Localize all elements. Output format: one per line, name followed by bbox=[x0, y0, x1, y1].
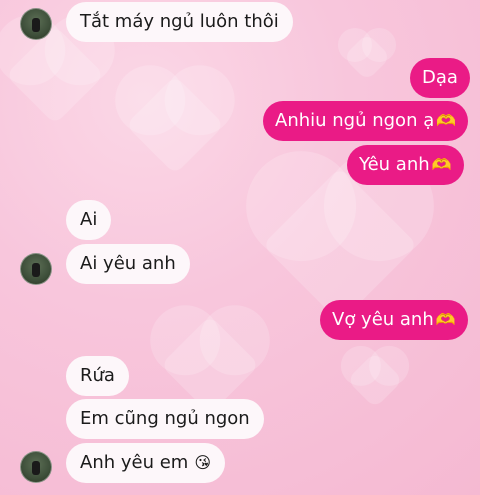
message-text: Vợ yêu anh bbox=[332, 309, 434, 330]
contact-avatar[interactable] bbox=[20, 8, 52, 40]
message-outgoing[interactable]: Anhiu ngủ ngon ạ 🫶 bbox=[263, 101, 469, 141]
contact-avatar[interactable] bbox=[20, 451, 52, 483]
message-incoming[interactable]: Ai yêu anh bbox=[66, 244, 190, 284]
message-text: Em cũng ngủ ngon bbox=[80, 408, 250, 429]
kissing-face-emoji-icon: 😘 bbox=[194, 453, 212, 472]
background-heart bbox=[346, 351, 404, 409]
contact-avatar[interactable] bbox=[20, 253, 52, 285]
message-text: Anhiu ngủ ngon ạ bbox=[275, 110, 435, 131]
message-incoming[interactable]: Anh yêu em 😘 bbox=[66, 443, 226, 483]
message-text: Ai yêu anh bbox=[80, 253, 176, 274]
background-heart bbox=[125, 75, 225, 175]
heart-hands-emoji-icon: 🫶 bbox=[431, 155, 452, 174]
message-incoming[interactable]: Rứa bbox=[66, 356, 129, 396]
message-text: Yêu anh bbox=[359, 154, 430, 175]
message-outgoing[interactable]: Dạa bbox=[410, 58, 470, 98]
message-outgoing[interactable]: Vợ yêu anh 🫶 bbox=[320, 300, 468, 340]
message-text: Rứa bbox=[80, 365, 115, 386]
message-text: Dạa bbox=[422, 67, 458, 88]
message-text: Tắt máy ngủ luôn thôi bbox=[80, 11, 279, 32]
message-incoming[interactable]: Ai bbox=[66, 200, 112, 240]
message-outgoing[interactable]: Yêu anh 🫶 bbox=[347, 145, 464, 185]
heart-hands-emoji-icon: 🫶 bbox=[435, 310, 456, 329]
message-incoming[interactable]: Tắt máy ngủ luôn thôi bbox=[66, 2, 293, 42]
message-text: Anh yêu em bbox=[80, 452, 189, 473]
heart-hands-emoji-icon: 🫶 bbox=[436, 111, 457, 130]
message-text: Ai bbox=[80, 209, 98, 230]
message-incoming[interactable]: Em cũng ngủ ngon bbox=[66, 399, 264, 439]
background-heart bbox=[342, 32, 392, 82]
